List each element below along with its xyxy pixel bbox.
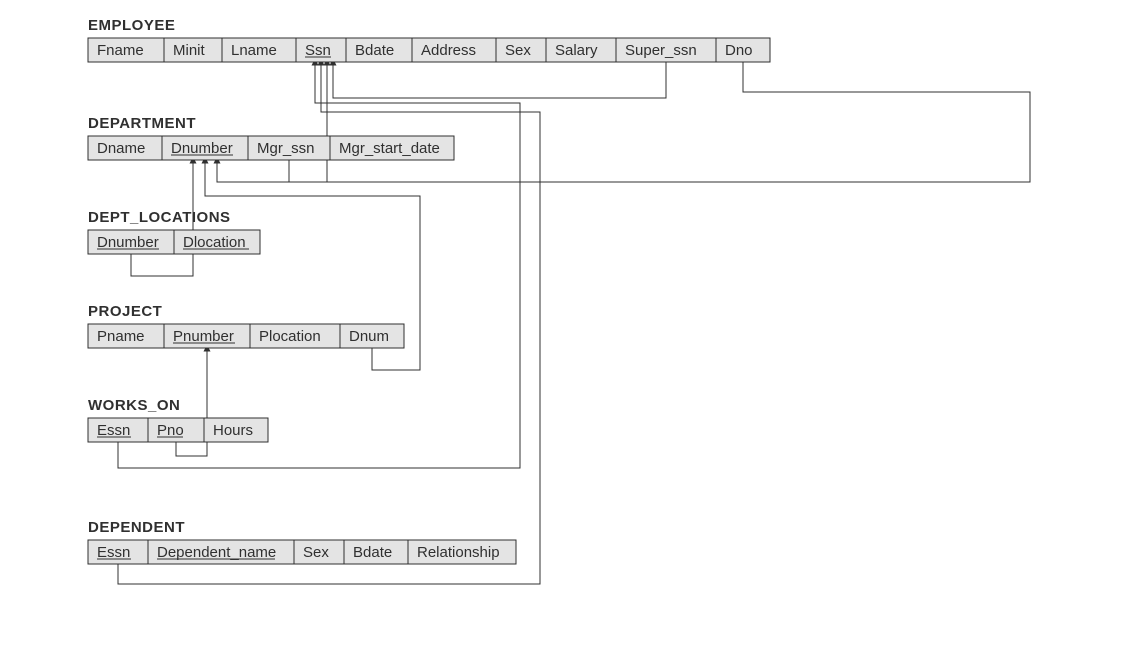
column-label: Super_ssn — [625, 42, 697, 59]
column-label: Plocation — [259, 328, 321, 345]
column-label: Mgr_start_date — [339, 140, 440, 157]
table-project: PROJECT Pname Pnumber Plocation Dnum — [88, 303, 404, 348]
column-label: Bdate — [353, 544, 392, 561]
column-label: Dnumber — [97, 234, 159, 251]
table-title: DEPARTMENT — [88, 115, 196, 132]
column-label: Relationship — [417, 544, 500, 561]
column-label: Dno — [725, 42, 753, 59]
column-label: Pno — [157, 422, 184, 439]
fk-arrow — [217, 62, 1030, 182]
table-title: WORKS_ON — [88, 397, 180, 414]
column-label: Dnum — [349, 328, 389, 345]
column-label: Dname — [97, 140, 145, 157]
column-label: Dependent_name — [157, 544, 276, 561]
table-title: DEPT_LOCATIONS — [88, 209, 231, 226]
column-label: Minit — [173, 42, 206, 59]
column-label: Dnumber — [171, 140, 233, 157]
column-label: Sex — [303, 544, 329, 561]
table-employee: EMPLOYEE Fname Minit Lname Ssn Bdate Address Se… — [88, 17, 770, 62]
column-label: Dlocation — [183, 234, 246, 251]
column-label: Essn — [97, 422, 130, 439]
column-label: Bdate — [355, 42, 394, 59]
column-label: Mgr_ssn — [257, 140, 315, 157]
fk-arrow — [333, 62, 666, 98]
column-label: Lname — [231, 42, 277, 59]
column-label: Fname — [97, 42, 144, 59]
column-label: Ssn — [305, 42, 331, 59]
table-title: DEPENDENT — [88, 519, 185, 536]
table-works_on: WORKS_ON Essn Pno Hours — [88, 397, 268, 442]
relational-schema-diagram: EMPLOYEE Fname Minit Lname Ssn Bdate Address Se… — [0, 0, 1140, 656]
column-label: Sex — [505, 42, 531, 59]
table-title: PROJECT — [88, 303, 162, 320]
column-label: Essn — [97, 544, 130, 561]
column-label: Pname — [97, 328, 145, 345]
table-department: DEPARTMENT Dname Dnumber Mgr_ssn Mgr_start_d… — [88, 115, 454, 160]
column-label: Salary — [555, 42, 598, 59]
table-dependent: DEPENDENT Essn Dependent_name Sex Bdate Relat… — [88, 519, 516, 564]
column-label: Pnumber — [173, 328, 234, 345]
column-label: Address — [421, 42, 476, 59]
tables-layer: EMPLOYEE Fname Minit Lname Ssn Bdate Address Se… — [88, 17, 770, 564]
column-label: Hours — [213, 422, 253, 439]
table-dept_locations: DEPT_LOCATIONS Dnumber Dlocation — [88, 209, 260, 254]
table-title: EMPLOYEE — [88, 17, 175, 34]
